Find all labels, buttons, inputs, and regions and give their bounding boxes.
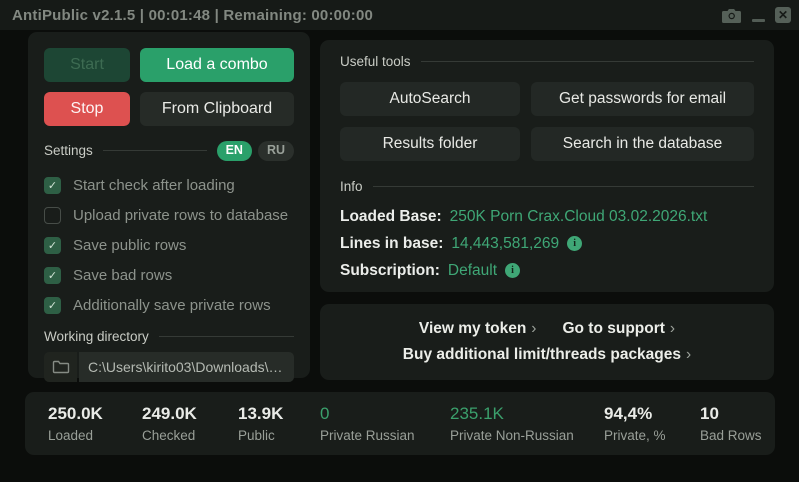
settings-header: Settings EN RU — [44, 141, 294, 161]
checkbox-label: Start check after loading — [73, 177, 235, 194]
loaded-base-label: Loaded Base: — [340, 208, 442, 226]
stat-value: 13.9K — [238, 404, 320, 424]
stat-value: 10 — [700, 404, 762, 424]
loaded-base-value: 250K Porn Crax.Cloud 03.02.2026.txt — [450, 208, 708, 226]
window-title: AntiPublic v2.1.5 | 00:01:48 | Remaining… — [12, 7, 373, 24]
settings-label: Settings — [44, 143, 93, 158]
checkbox-save-public-rows[interactable]: ✓ Save public rows — [44, 231, 294, 261]
minimize-icon[interactable] — [752, 19, 765, 22]
buy-packages-link[interactable]: Buy additional limit/threads packages› — [403, 346, 691, 364]
checkbox-icon[interactable]: ✓ — [44, 297, 61, 314]
checkbox-label: Save public rows — [73, 237, 186, 254]
load-combo-button[interactable]: Load a combo — [140, 48, 294, 82]
stat-value: 250.0K — [48, 404, 142, 424]
checkbox-icon[interactable]: ✓ — [44, 237, 61, 254]
checkbox-label: Additionally save private rows — [73, 297, 271, 314]
divider-line — [421, 61, 754, 62]
divider-line — [373, 186, 754, 187]
stop-button[interactable]: Stop — [44, 92, 130, 126]
stat-private-russian: 0 Private Russian — [320, 404, 450, 443]
stat-label: Private Russian — [320, 428, 450, 443]
checkbox-icon[interactable] — [44, 207, 61, 224]
results-folder-button[interactable]: Results folder — [340, 127, 520, 161]
stat-private-non-russian: 235.1K Private Non-Russian — [450, 404, 604, 443]
useful-tools-label: Useful tools — [340, 54, 411, 69]
checkbox-save-bad-rows[interactable]: ✓ Save bad rows — [44, 261, 294, 291]
links-row-top: View my token› Go to support› — [419, 320, 675, 338]
info-icon[interactable]: i — [567, 236, 582, 251]
stat-bad-rows: 10 Bad Rows — [700, 404, 762, 443]
divider-line — [103, 150, 207, 151]
working-directory-label: Working directory — [44, 329, 149, 344]
stat-value: 235.1K — [450, 404, 604, 424]
chevron-right-icon: › — [670, 320, 675, 337]
checkbox-label: Save bad rows — [73, 267, 172, 284]
checkbox-icon[interactable]: ✓ — [44, 267, 61, 284]
lines-in-base-row: Lines in base: 14,443,581,269 i — [340, 230, 754, 257]
stat-value: 94,4% — [604, 404, 700, 424]
lang-ru-button[interactable]: RU — [258, 141, 294, 161]
info-label: Info — [340, 179, 363, 194]
subscription-value: Default — [448, 262, 497, 280]
language-toggle: EN RU — [217, 141, 294, 161]
settings-checkbox-list: ✓ Start check after loading Upload priva… — [44, 171, 294, 321]
get-passwords-button[interactable]: Get passwords for email — [531, 82, 754, 116]
close-icon[interactable]: ✕ — [775, 7, 791, 23]
subscription-row: Subscription: Default i — [340, 257, 754, 284]
stat-public: 13.9K Public — [238, 404, 320, 443]
stat-loaded: 250.0K Loaded — [48, 404, 142, 443]
view-token-link[interactable]: View my token› — [419, 320, 537, 338]
stat-private-percent: 94,4% Private, % — [604, 404, 700, 443]
stat-checked: 249.0K Checked — [142, 404, 238, 443]
screenshot-camera-icon[interactable] — [722, 7, 742, 23]
stat-label: Private, % — [604, 428, 700, 443]
checkbox-start-check-after-loading[interactable]: ✓ Start check after loading — [44, 171, 294, 201]
links-panel: View my token› Go to support› Buy additi… — [320, 304, 774, 380]
checkbox-upload-private-rows[interactable]: Upload private rows to database — [44, 201, 294, 231]
lang-en-button[interactable]: EN — [217, 141, 252, 161]
checkbox-icon[interactable]: ✓ — [44, 177, 61, 194]
stat-label: Checked — [142, 428, 238, 443]
info-header: Info — [340, 179, 754, 194]
from-clipboard-button[interactable]: From Clipboard — [140, 92, 294, 126]
chevron-right-icon: › — [531, 320, 536, 337]
action-buttons: Start Load a combo Stop From Clipboard — [44, 48, 294, 126]
stat-value: 249.0K — [142, 404, 238, 424]
folder-icon — [52, 360, 70, 374]
useful-tools-buttons: AutoSearch Get passwords for email Resul… — [340, 82, 754, 161]
checkbox-additionally-save-private-rows[interactable]: ✓ Additionally save private rows — [44, 291, 294, 321]
browse-folder-button[interactable] — [44, 352, 77, 382]
info-rows: Loaded Base: 250K Porn Crax.Cloud 03.02.… — [340, 203, 754, 284]
stat-label: Loaded — [48, 428, 142, 443]
chevron-right-icon: › — [686, 346, 691, 363]
working-directory-row: C:\Users\kirito03\Downloads\An... — [44, 352, 294, 382]
search-database-button[interactable]: Search in the database — [531, 127, 754, 161]
divider-line — [159, 336, 294, 337]
stat-label: Private Non-Russian — [450, 428, 604, 443]
control-panel: Start Load a combo Stop From Clipboard S… — [28, 32, 310, 378]
titlebar: AntiPublic v2.1.5 | 00:01:48 | Remaining… — [0, 0, 799, 30]
working-directory-header: Working directory — [44, 329, 294, 344]
checkbox-label: Upload private rows to database — [73, 207, 288, 224]
support-link[interactable]: Go to support› — [562, 320, 675, 338]
stat-label: Bad Rows — [700, 428, 762, 443]
loaded-base-row: Loaded Base: 250K Porn Crax.Cloud 03.02.… — [340, 203, 754, 230]
useful-tools-header: Useful tools — [340, 54, 754, 69]
autosearch-button[interactable]: AutoSearch — [340, 82, 520, 116]
lines-in-base-label: Lines in base: — [340, 235, 443, 253]
stat-value: 0 — [320, 404, 450, 424]
window-controls: ✕ — [722, 0, 791, 30]
subscription-label: Subscription: — [340, 262, 440, 280]
lines-in-base-value: 14,443,581,269 — [451, 235, 559, 253]
tools-info-panel: Useful tools AutoSearch Get passwords fo… — [320, 40, 774, 292]
working-directory-input[interactable]: C:\Users\kirito03\Downloads\An... — [79, 352, 294, 382]
links-row-bottom: Buy additional limit/threads packages› — [403, 346, 691, 364]
start-button[interactable]: Start — [44, 48, 130, 82]
stats-bar: 250.0K Loaded 249.0K Checked 13.9K Publi… — [25, 392, 775, 455]
info-icon[interactable]: i — [505, 263, 520, 278]
stat-label: Public — [238, 428, 320, 443]
